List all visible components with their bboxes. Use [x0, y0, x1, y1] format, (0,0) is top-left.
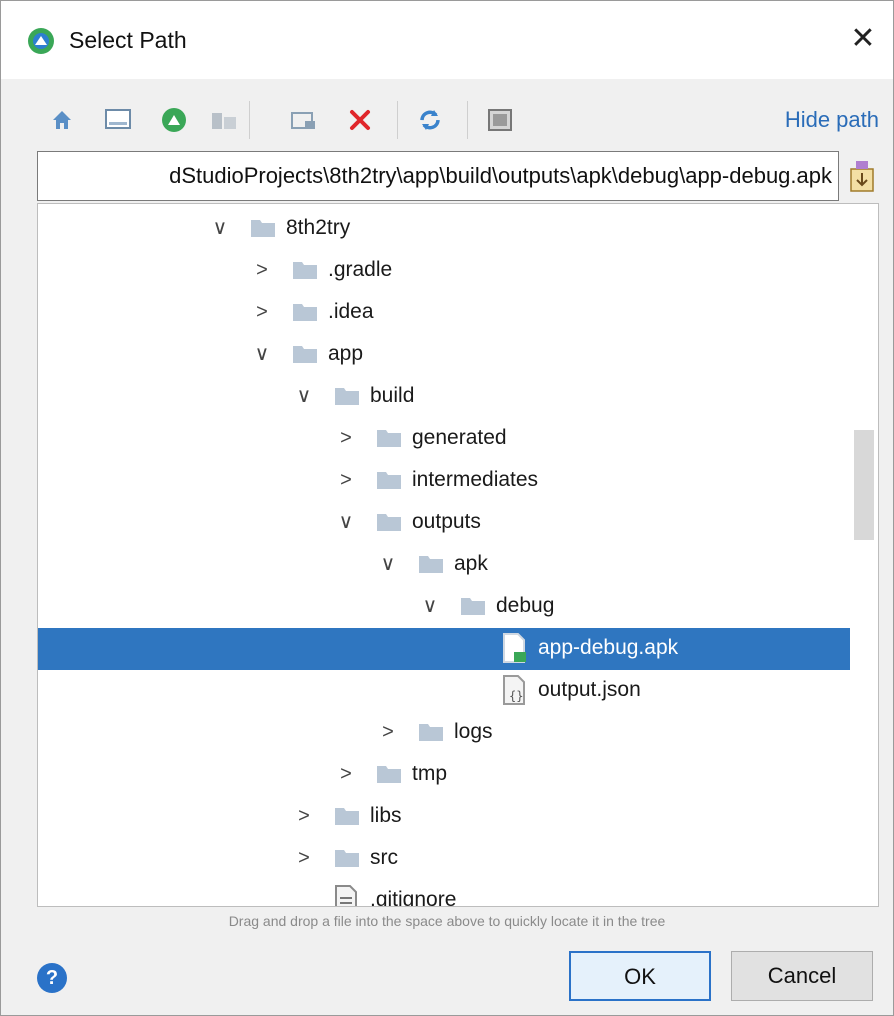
svg-text:{}: {} [509, 689, 523, 703]
chevron-down-icon[interactable]: ∨ [292, 384, 316, 408]
tree-row[interactable]: ∨ apk [38, 544, 850, 586]
show-hidden-icon[interactable] [483, 103, 517, 137]
chevron-right-icon[interactable]: > [334, 468, 358, 492]
chevron-right-icon[interactable]: > [334, 762, 358, 786]
select-path-dialog: Select Path ✕ Hide path dStudioProjects\… [0, 0, 894, 1016]
chevron-down-icon[interactable]: ∨ [334, 510, 358, 534]
toolbar-separator [467, 101, 468, 139]
tree-item-label: app [328, 342, 364, 365]
path-input[interactable]: dStudioProjects\8th2try\app\build\output… [37, 151, 839, 201]
folder-icon [418, 721, 444, 743]
tree-item-label: intermediates [412, 468, 539, 491]
tree-row[interactable]: > generated [38, 418, 850, 460]
folder-icon [334, 847, 360, 869]
json-file-icon: {} [502, 674, 528, 706]
toolbar: Hide path [1, 89, 893, 151]
chevron-down-icon[interactable]: ∨ [418, 594, 442, 618]
chevron-down-icon[interactable]: ∨ [376, 552, 400, 576]
tree-item-label: output.json [538, 678, 641, 701]
folder-icon [292, 259, 318, 281]
folder-icon [334, 385, 360, 407]
ok-button[interactable]: OK [569, 951, 711, 1001]
dialog-title: Select Path [69, 27, 187, 53]
help-button[interactable]: ? [37, 963, 67, 993]
delete-icon[interactable] [343, 103, 377, 137]
tree-item-label: .gradle [328, 258, 393, 281]
tree-item-label: app-debug.apk [538, 636, 679, 659]
tree-item-label: generated [412, 426, 507, 449]
chevron-right-icon[interactable]: > [250, 300, 274, 324]
folder-icon [376, 511, 402, 533]
module-icon[interactable] [207, 103, 241, 137]
file-tree[interactable]: .gitignore > src > libs > tmp > logs {} output.jso… [37, 203, 879, 907]
folder-icon [460, 595, 486, 617]
tree-row[interactable]: > libs [38, 796, 850, 838]
tree-item-label: tmp [412, 762, 448, 785]
android-project-icon[interactable] [157, 103, 191, 137]
tree-row[interactable]: app-debug.apk [38, 628, 850, 670]
tree-row[interactable]: > src [38, 838, 850, 880]
folder-icon [376, 427, 402, 449]
tree-row[interactable]: > .gradle [38, 250, 850, 292]
folder-icon [250, 217, 276, 239]
android-studio-logo-icon [27, 27, 55, 55]
folder-icon [334, 805, 360, 827]
tree-row[interactable]: {} output.json [38, 670, 850, 712]
chevron-right-icon[interactable]: > [292, 804, 316, 828]
tree-scrollbar[interactable] [854, 430, 874, 540]
tree-row[interactable]: ∨ app [38, 334, 850, 376]
tree-row[interactable]: > tmp [38, 754, 850, 796]
tree-row[interactable]: ∨ build [38, 376, 850, 418]
new-folder-icon[interactable] [287, 103, 321, 137]
chevron-right-icon[interactable]: > [334, 426, 358, 450]
tree-row[interactable]: .gitignore [38, 880, 850, 907]
chevron-right-icon[interactable]: > [292, 846, 316, 870]
folder-icon [418, 553, 444, 575]
tree-item-label: .gitignore [370, 888, 457, 907]
cancel-button[interactable]: Cancel [731, 951, 873, 1001]
tree-item-label: logs [454, 720, 493, 743]
hide-path-link[interactable]: Hide path [785, 107, 879, 133]
path-input-value: dStudioProjects\8th2try\app\build\output… [169, 163, 832, 188]
chevron-down-icon[interactable]: ∨ [250, 342, 274, 366]
tree-row[interactable]: ∨ 8th2try [38, 208, 850, 250]
folder-icon [376, 469, 402, 491]
title-bar: Select Path ✕ [1, 1, 893, 79]
tree-item-label: outputs [412, 510, 481, 533]
path-history-icon[interactable] [847, 157, 877, 193]
tree-item-label: .idea [328, 300, 374, 323]
tree-row[interactable]: > logs [38, 712, 850, 754]
close-button[interactable]: ✕ [843, 19, 883, 59]
toolbar-separator [397, 101, 398, 139]
tree-item-label: 8th2try [286, 216, 351, 239]
tree-item-label: libs [370, 804, 402, 827]
folder-icon [292, 301, 318, 323]
tree-item-label: src [370, 846, 398, 869]
apk-file-icon [502, 632, 528, 664]
home-icon[interactable] [45, 103, 79, 137]
tree-row[interactable]: > .idea [38, 292, 850, 334]
desktop-icon[interactable] [101, 103, 135, 137]
tree-row[interactable]: > intermediates [38, 460, 850, 502]
refresh-icon[interactable] [413, 103, 447, 137]
chevron-right-icon[interactable]: > [376, 720, 400, 744]
folder-icon [292, 343, 318, 365]
drag-drop-hint: Drag and drop a file into the space abov… [228, 913, 666, 929]
chevron-right-icon[interactable]: > [250, 258, 274, 282]
toolbar-separator [249, 101, 250, 139]
chevron-down-icon[interactable]: ∨ [208, 216, 232, 240]
tree-item-label: debug [496, 594, 555, 617]
tree-item-label: apk [454, 552, 488, 575]
text-file-icon [334, 884, 360, 906]
tree-row[interactable]: ∨ debug [38, 586, 850, 628]
folder-icon [376, 763, 402, 785]
tree-row[interactable]: ∨ outputs [38, 502, 850, 544]
tree-item-label: build [370, 384, 415, 407]
